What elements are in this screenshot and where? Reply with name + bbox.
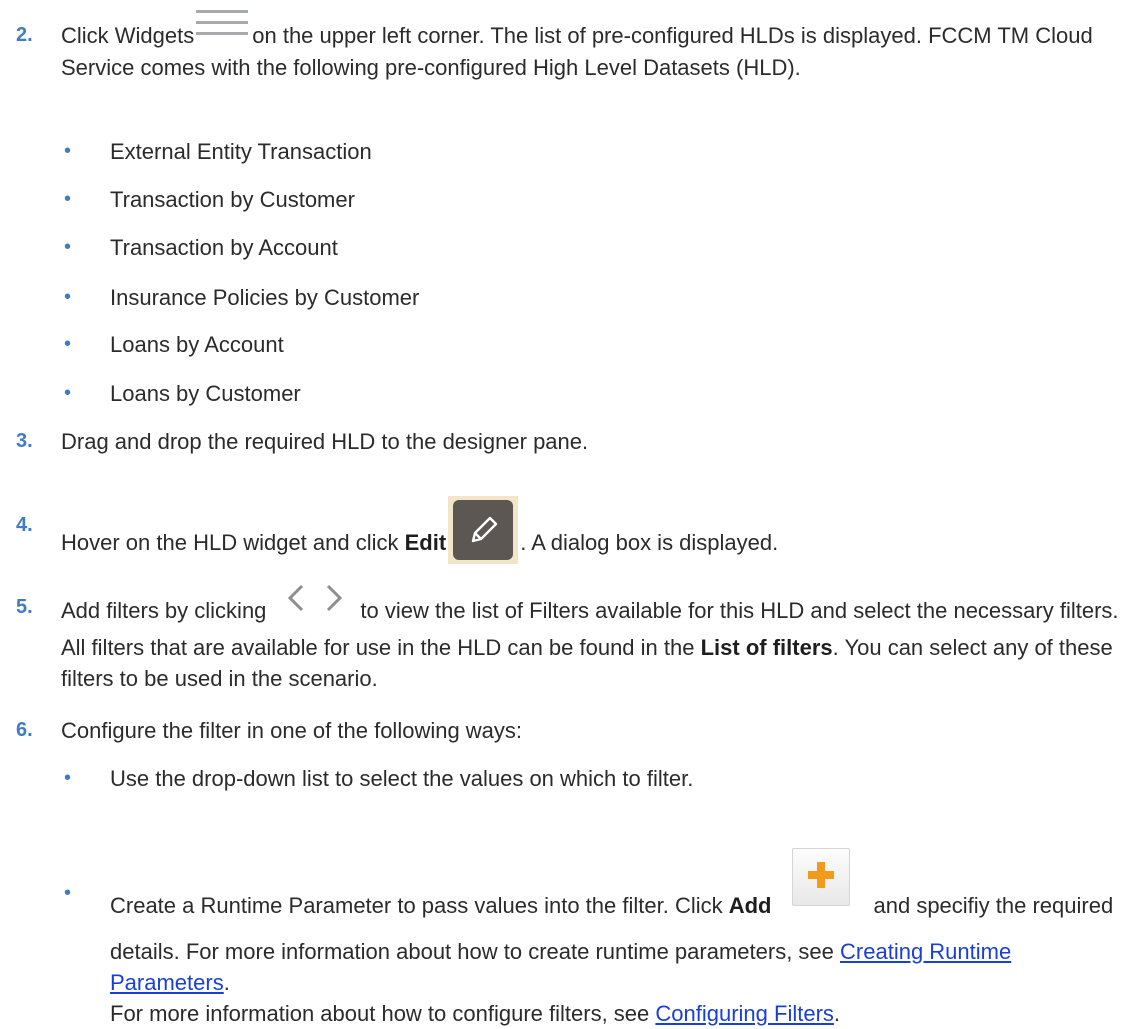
step-text: Configure the filter in one of the follo…	[61, 718, 523, 743]
step-text: Add filters by clicking to view the list …	[61, 584, 1133, 694]
configuring-filters-link[interactable]: Configuring Filters	[655, 1001, 834, 1026]
step-number: 2.	[16, 24, 33, 46]
step-number: 5.	[16, 596, 33, 618]
step-text: Drag and drop the required HLD to the de…	[61, 429, 589, 454]
hamburger-menu-icon	[196, 10, 250, 40]
step-number: 4.	[16, 514, 33, 536]
code-brackets-icon	[280, 578, 350, 618]
pencil-edit-icon	[448, 496, 519, 564]
plus-add-icon	[791, 848, 850, 906]
step-text: Click Widgets on the upper left corner. T…	[61, 10, 1133, 83]
step-number: 6.	[16, 719, 33, 741]
step-text: Hover on the HLD widget and click Edit. …	[61, 496, 1133, 578]
step-number: 3.	[16, 430, 33, 452]
